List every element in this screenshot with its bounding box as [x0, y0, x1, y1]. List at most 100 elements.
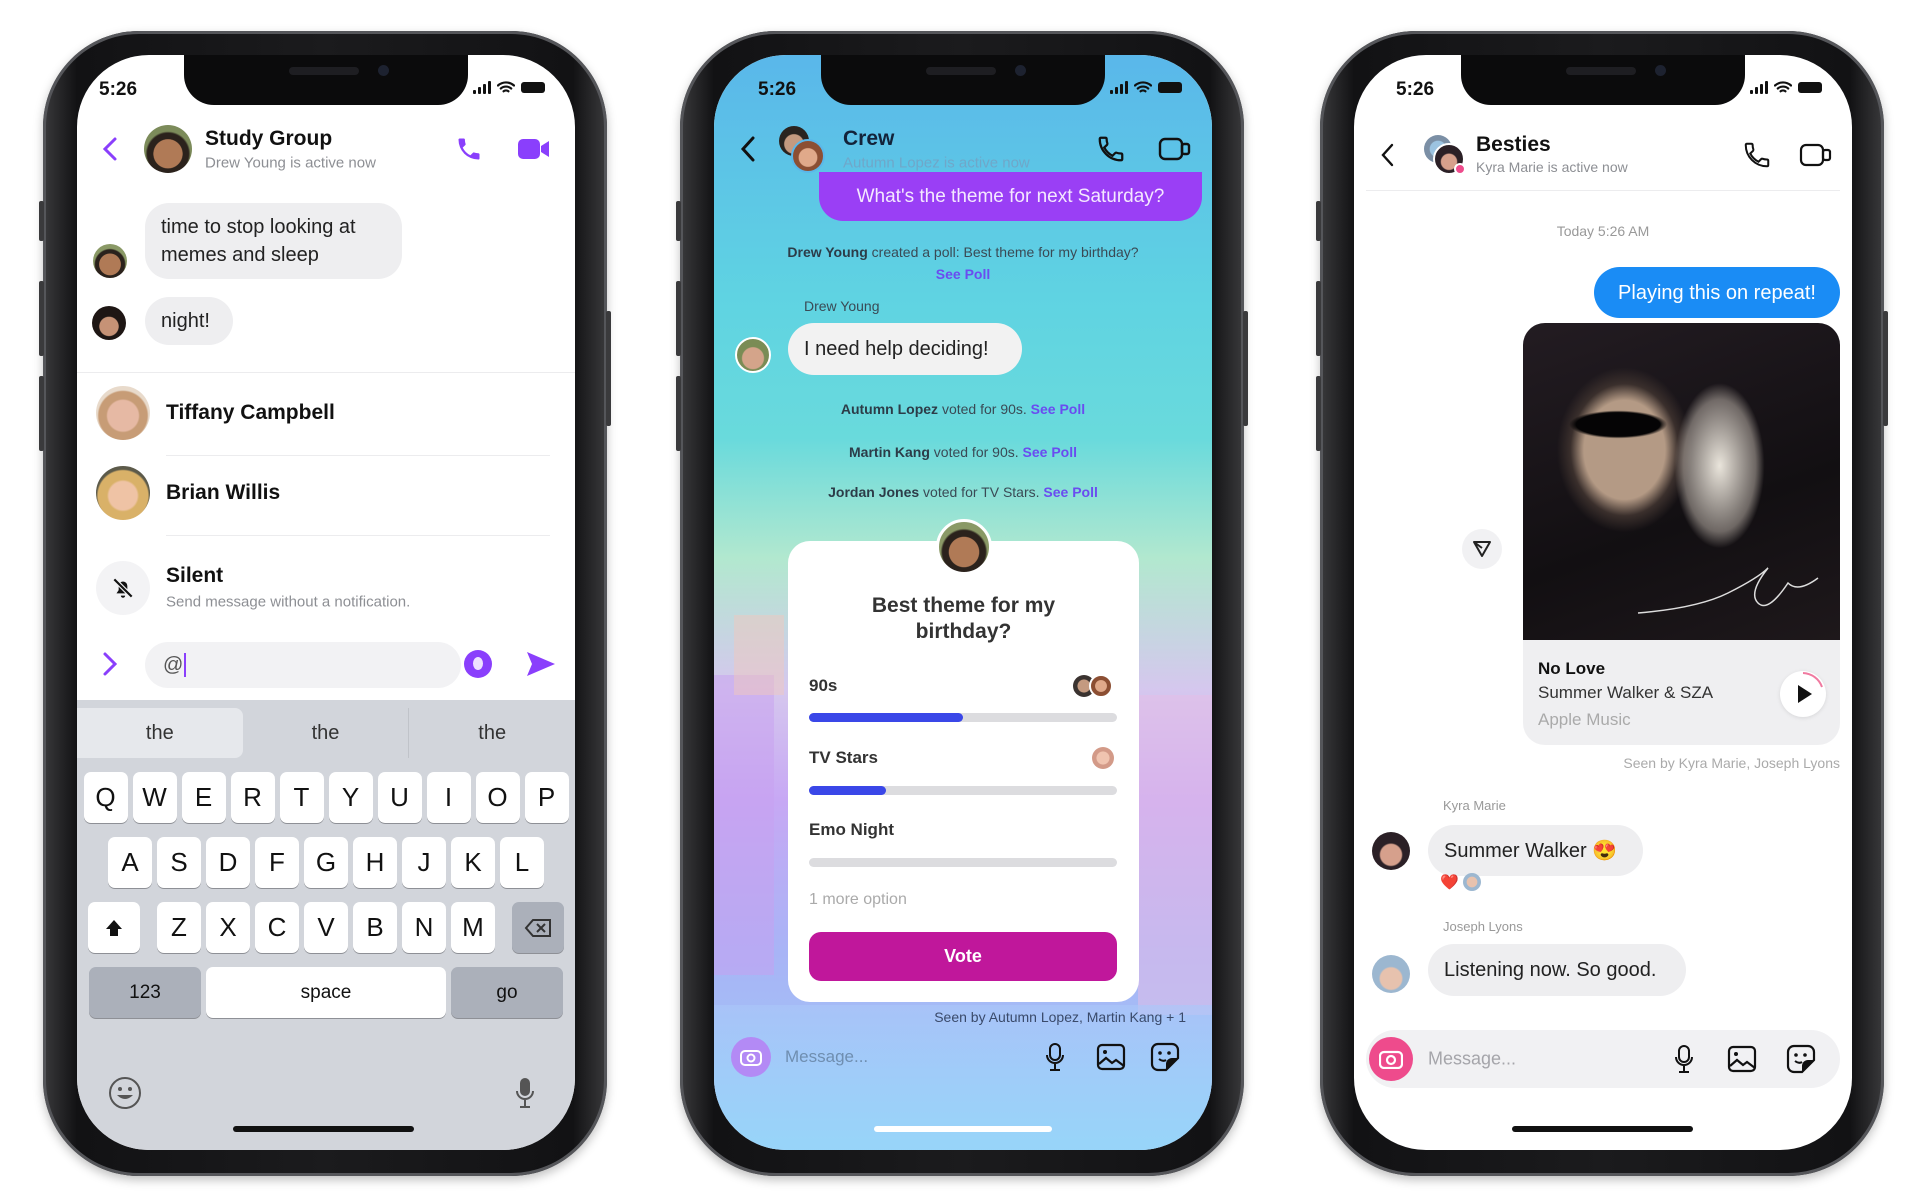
key[interactable]: B: [353, 902, 397, 953]
battery-icon: [521, 82, 545, 93]
status-time: 5:26: [99, 79, 138, 100]
share-icon[interactable]: [1462, 529, 1502, 569]
emoji-keyboard-icon[interactable]: [108, 1076, 142, 1110]
see-poll-link[interactable]: See Poll: [1031, 401, 1085, 417]
gallery-icon[interactable]: [1727, 1045, 1757, 1073]
incoming-message-bubble: Listening now. So good.: [1428, 944, 1686, 996]
send-icon[interactable]: [525, 650, 557, 678]
message-input[interactable]: @: [145, 642, 461, 688]
video-call-icon[interactable]: [1799, 142, 1833, 168]
key[interactable]: Y: [328, 772, 373, 823]
poll-creator-avatar: [936, 519, 992, 575]
screen: 5:26 Crew Autumn Lopez is active now Wha…: [714, 55, 1212, 1150]
video-call-icon[interactable]: [517, 137, 551, 161]
phone-call-icon[interactable]: [455, 135, 483, 163]
mute-switch: [39, 201, 44, 241]
music-share-card[interactable]: No Love Summer Walker & SZA Apple Music: [1523, 323, 1840, 745]
phone-call-icon[interactable]: [1096, 134, 1126, 164]
key[interactable]: A: [108, 837, 152, 888]
active-status: Kyra Marie is active now: [1476, 159, 1628, 175]
camera-icon[interactable]: [1369, 1037, 1413, 1081]
key[interactable]: Q: [83, 772, 128, 823]
emoji-icon[interactable]: [464, 650, 492, 678]
group-avatar-member[interactable]: [791, 139, 825, 173]
poll-progress-bar: [809, 786, 1117, 795]
key[interactable]: C: [255, 902, 299, 953]
key[interactable]: I: [426, 772, 471, 823]
sender-avatar: [735, 337, 771, 373]
group-avatar[interactable]: [144, 125, 192, 173]
home-indicator[interactable]: [233, 1126, 414, 1132]
volume-down-button: [39, 376, 44, 451]
phone-call-icon[interactable]: [1742, 140, 1772, 170]
conversation-title: Besties: [1476, 133, 1551, 156]
message-input[interactable]: Message...: [1428, 1049, 1516, 1070]
key[interactable]: L: [500, 837, 544, 888]
more-options-link[interactable]: 1 more option: [809, 891, 907, 909]
poll-created-notice: Drew Young created a poll: Best theme fo…: [774, 241, 1152, 285]
power-button: [1883, 311, 1888, 426]
key[interactable]: R: [230, 772, 275, 823]
gallery-icon[interactable]: [1096, 1043, 1126, 1071]
key[interactable]: O: [475, 772, 520, 823]
key[interactable]: P: [524, 772, 569, 823]
shift-key[interactable]: [88, 902, 140, 953]
back-chevron-icon[interactable]: [740, 135, 756, 163]
key[interactable]: S: [157, 837, 201, 888]
key[interactable]: G: [304, 837, 348, 888]
key[interactable]: V: [304, 902, 348, 953]
play-button[interactable]: [1780, 671, 1826, 717]
key[interactable]: M: [451, 902, 495, 953]
key[interactable]: U: [377, 772, 422, 823]
play-icon: [1798, 672, 1823, 703]
go-key[interactable]: go: [451, 967, 563, 1018]
key[interactable]: X: [206, 902, 250, 953]
home-indicator[interactable]: [874, 1126, 1052, 1132]
album-art: [1523, 323, 1840, 640]
sticker-icon[interactable]: [1786, 1044, 1816, 1074]
volume-up-button: [676, 281, 681, 356]
notice-text: voted for TV Stars.: [923, 484, 1040, 500]
signal-icon: [1750, 81, 1768, 94]
see-poll-link[interactable]: See Poll: [936, 266, 990, 282]
sender-name: Kyra Marie: [1443, 798, 1506, 813]
sticker-icon[interactable]: [1150, 1042, 1180, 1072]
back-chevron-icon[interactable]: [102, 136, 118, 162]
volume-up-button: [1316, 281, 1321, 356]
space-key[interactable]: space: [206, 967, 446, 1018]
key[interactable]: J: [402, 837, 446, 888]
wifi-icon: [1774, 81, 1792, 93]
key[interactable]: Z: [157, 902, 201, 953]
key[interactable]: H: [353, 837, 397, 888]
key[interactable]: F: [255, 837, 299, 888]
key[interactable]: W: [132, 772, 177, 823]
video-call-icon[interactable]: [1158, 136, 1192, 162]
suggestion[interactable]: the: [243, 708, 410, 758]
status-icons: [1110, 81, 1182, 94]
microphone-icon[interactable]: [1674, 1044, 1694, 1074]
message-input[interactable]: Message...: [785, 1047, 868, 1067]
key[interactable]: K: [451, 837, 495, 888]
dictation-mic-icon[interactable]: [515, 1076, 535, 1110]
key[interactable]: T: [279, 772, 324, 823]
vote-button[interactable]: Vote: [809, 932, 1117, 981]
key[interactable]: E: [181, 772, 226, 823]
camera-icon[interactable]: [731, 1037, 771, 1077]
home-indicator[interactable]: [1512, 1126, 1693, 1132]
suggestion[interactable]: the: [409, 708, 575, 758]
divider: [1366, 190, 1840, 191]
message-bubble: time to stop looking at memes and sleep: [145, 203, 402, 279]
message-reactions[interactable]: ❤️: [1440, 873, 1481, 891]
key[interactable]: N: [402, 902, 446, 953]
backspace-key[interactable]: [512, 902, 564, 953]
notch: [1461, 55, 1745, 105]
see-poll-link[interactable]: See Poll: [1023, 444, 1077, 460]
suggestion[interactable]: the: [77, 708, 243, 758]
see-poll-link[interactable]: See Poll: [1043, 484, 1097, 500]
back-chevron-icon[interactable]: [1381, 143, 1395, 167]
numbers-key[interactable]: 123: [89, 967, 201, 1018]
key[interactable]: D: [206, 837, 250, 888]
microphone-icon[interactable]: [1045, 1042, 1065, 1072]
wifi-icon: [1134, 81, 1152, 93]
expand-chevron-icon[interactable]: [102, 651, 118, 677]
